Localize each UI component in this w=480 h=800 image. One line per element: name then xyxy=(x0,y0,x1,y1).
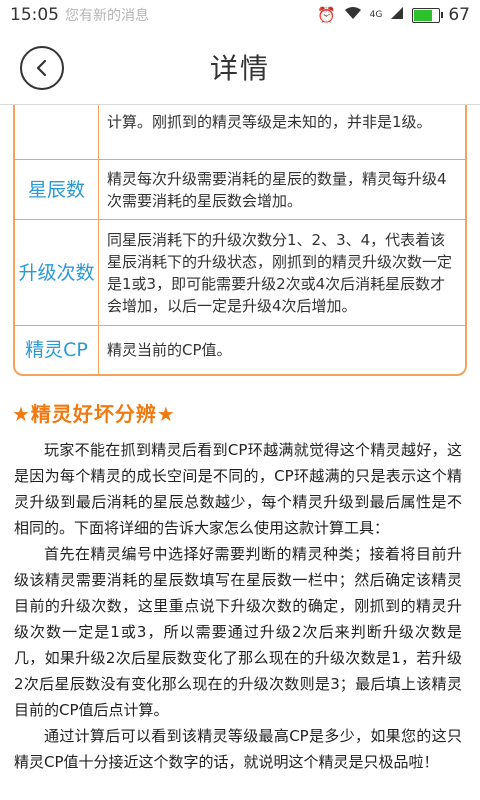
table-desc-cell: 精灵每次升级需要消耗的星辰的数量，精灵每升级4次需要消耗的星辰数会增加。 xyxy=(98,159,465,220)
status-left: 15:05 您有新的消息 xyxy=(10,5,149,25)
table-desc-cell: 计算。刚抓到的精灵等级是未知的，并非是1级。 xyxy=(98,105,465,160)
table-row: 精灵CP 精灵当前的CP值。 xyxy=(15,325,465,374)
app-header: 详情 xyxy=(0,30,480,105)
back-button[interactable] xyxy=(20,46,64,90)
table-label-cell: 星辰数 xyxy=(15,159,99,220)
section-title: ★精灵好坏分辨★ xyxy=(12,401,176,426)
network-type: 4G xyxy=(369,10,383,20)
notification-ghost-text: 您有新的消息 xyxy=(65,8,149,24)
back-arrow-icon xyxy=(36,59,47,77)
table-row: 星辰数 精灵每次升级需要消耗的星辰的数量，精灵每升级4次需要消耗的星辰数会增加。 xyxy=(15,159,465,220)
table-row: 计算。刚抓到的精灵等级是未知的，并非是1级。 xyxy=(15,105,465,160)
paragraph: 通过计算后可以看到该精灵等级最高CP是多少，如果您的这只精灵CP值十分接近这个数… xyxy=(14,726,462,771)
table-row: 升级次数 同星辰消耗下的升级次数分1、2、3、4，代表着该星辰消耗下的升级状态，… xyxy=(15,219,465,326)
table-desc-cell: 精灵当前的CP值。 xyxy=(107,340,232,359)
status-bar: 15:05 您有新的消息 ⏰ 4G 67 xyxy=(0,0,480,30)
content-scroll[interactable]: 计算。刚抓到的精灵等级是未知的，并非是1级。 星辰数 精灵每次升级需要消耗的星辰… xyxy=(0,105,480,800)
wifi-icon xyxy=(344,6,362,24)
alarm-icon: ⏰ xyxy=(316,6,336,24)
table-desc-cell: 同星辰消耗下的升级次数分1、2、3、4，代表着该星辰消耗下的升级状态，刚抓到的精… xyxy=(98,219,465,326)
attribute-table: 计算。刚抓到的精灵等级是未知的，并非是1级。 星辰数 精灵每次升级需要消耗的星辰… xyxy=(13,105,467,376)
status-right: ⏰ 4G 67 xyxy=(317,5,470,25)
signal-icon xyxy=(390,6,404,24)
table-label-cell: 精灵CP xyxy=(15,325,99,374)
battery-level: 67 xyxy=(448,5,470,25)
page-title: 详情 xyxy=(209,52,270,85)
table-label-cell: 升级次数 xyxy=(15,219,99,326)
battery-icon xyxy=(412,7,444,23)
status-time: 15:05 xyxy=(10,5,59,25)
paragraph: 玩家不能在抓到精灵后看到CP环越满就觉得这个精灵越好，这是因为每个精灵的成长空间… xyxy=(14,440,462,537)
paragraph: 首先在精灵编号中选择好需要判断的精灵种类；接着将目前升级该精灵需要消耗的星辰数填… xyxy=(14,544,462,719)
table-label-cell xyxy=(15,105,99,160)
